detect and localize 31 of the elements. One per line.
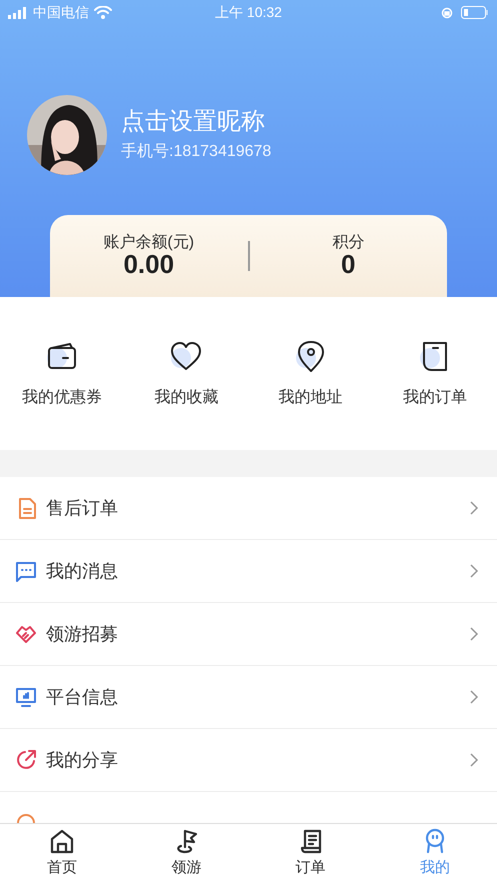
- battery-icon: [460, 6, 489, 19]
- menu-row[interactable]: 我的分享: [0, 729, 497, 792]
- menu-row[interactable]: 平台信息: [0, 666, 497, 729]
- chevron-right-icon: [469, 563, 479, 579]
- tab-item[interactable]: 首页: [0, 824, 124, 883]
- chevron-right-icon: [469, 752, 479, 768]
- shortcut-button[interactable]: 我的地址: [248, 338, 373, 410]
- carrier-name: 中国电信: [33, 3, 89, 22]
- account-label: 积分: [332, 235, 364, 251]
- wifi-icon: [94, 6, 112, 19]
- rotation-lock-icon: [440, 6, 453, 18]
- signal-icon: [8, 6, 28, 18]
- chevron-right-icon: [469, 689, 479, 705]
- shortcut-button[interactable]: 我的订单: [372, 338, 497, 410]
- menu-row[interactable]: 售后订单: [0, 477, 497, 540]
- menu-row[interactable]: 领游招募: [0, 603, 497, 666]
- tab-item[interactable]: 订单: [248, 824, 373, 883]
- tab-item[interactable]: 领游: [124, 824, 248, 883]
- phone-number: 手机号:18173419678: [121, 144, 272, 160]
- account-value: 0.00: [123, 251, 174, 277]
- share-icon: [14, 748, 38, 772]
- status-time: 上午 10:32: [214, 3, 283, 22]
- menu-row[interactable]: 我的消息: [0, 540, 497, 603]
- monitor-icon: [14, 685, 38, 709]
- chat-icon: [14, 559, 38, 583]
- shortcut-button[interactable]: 我的优惠券: [0, 338, 124, 410]
- shortcut-button[interactable]: 我的收藏: [124, 338, 248, 410]
- chevron-right-icon: [469, 626, 479, 642]
- chevron-right-icon: [469, 500, 479, 516]
- account-value: 0: [341, 251, 356, 277]
- account-label: 账户余额(元): [103, 235, 194, 251]
